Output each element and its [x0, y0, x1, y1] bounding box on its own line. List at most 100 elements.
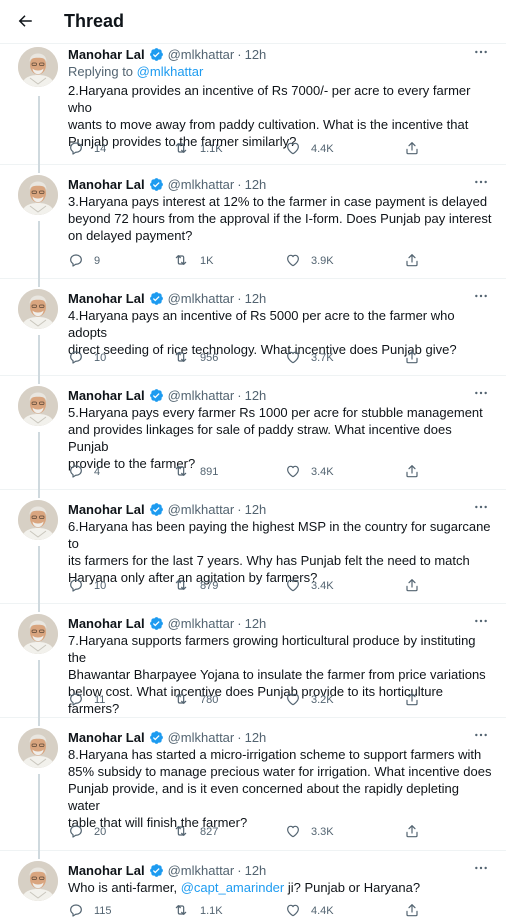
reply-button[interactable]: 11: [68, 690, 105, 710]
share-button[interactable]: [404, 690, 420, 710]
author-handle[interactable]: @mlkhattar: [168, 616, 235, 631]
like-button[interactable]: 4.4K: [285, 901, 334, 921]
more-options-button[interactable]: [470, 385, 492, 405]
avatar[interactable]: [18, 614, 58, 654]
like-button[interactable]: 4.4K: [285, 139, 334, 159]
share-button[interactable]: [404, 576, 420, 596]
share-button[interactable]: [404, 822, 420, 842]
avatar[interactable]: [18, 728, 58, 768]
tweet[interactable]: Manohar Lal @mlkhattar · 12h Who is anti…: [0, 851, 506, 921]
replying-to-link[interactable]: @mlkhattar: [137, 64, 204, 79]
more-options-button[interactable]: [470, 860, 492, 880]
reply-button[interactable]: 10: [68, 348, 106, 368]
tweet-text: 8.Haryana has started a micro-irrigation…: [68, 746, 492, 831]
timestamp[interactable]: 12h: [245, 502, 267, 517]
tweet[interactable]: Manohar Lal @mlkhattar · 12h 7.Haryana s…: [0, 604, 506, 718]
more-options-button[interactable]: [470, 727, 492, 747]
retweet-count: 780: [200, 694, 219, 706]
timestamp[interactable]: 12h: [245, 47, 267, 62]
verified-badge-icon: [149, 47, 164, 62]
timestamp[interactable]: 12h: [245, 177, 267, 192]
reply-button[interactable]: 10: [68, 576, 106, 596]
author-name[interactable]: Manohar Lal: [68, 616, 145, 631]
author-handle[interactable]: @mlkhattar: [168, 291, 235, 306]
timestamp[interactable]: 12h: [245, 616, 267, 631]
like-button[interactable]: 3.9K: [285, 251, 334, 271]
tweet-text-line: 6.Haryana has been paying the highest MS…: [68, 519, 491, 551]
author-name[interactable]: Manohar Lal: [68, 177, 145, 192]
heart-icon: [285, 577, 301, 596]
reply-button[interactable]: 9: [68, 251, 100, 271]
back-button[interactable]: [8, 6, 42, 40]
more-options-button[interactable]: [470, 174, 492, 194]
retweet-button[interactable]: 891: [172, 462, 218, 482]
author-handle[interactable]: @mlkhattar: [168, 47, 235, 62]
more-options-button[interactable]: [470, 613, 492, 633]
author-handle[interactable]: @mlkhattar: [168, 502, 235, 517]
tweet[interactable]: Manohar Lal @mlkhattar · 12h 4.Haryana p…: [0, 279, 506, 376]
tweet-text: Who is anti-farmer, @capt_amarinder ji? …: [68, 879, 492, 896]
retweet-button[interactable]: 879: [172, 576, 218, 596]
author-handle[interactable]: @mlkhattar: [168, 177, 235, 192]
share-button[interactable]: [404, 251, 420, 271]
retweet-icon: [172, 463, 190, 482]
thread-connector: [38, 432, 40, 490]
tweet[interactable]: Manohar Lal @mlkhattar · 12h 3.Haryana p…: [0, 165, 506, 279]
author-name[interactable]: Manohar Lal: [68, 730, 145, 745]
timestamp[interactable]: 12h: [245, 863, 267, 878]
author-handle[interactable]: @mlkhattar: [168, 388, 235, 403]
more-options-button[interactable]: [470, 499, 492, 519]
share-button[interactable]: [404, 462, 420, 482]
avatar[interactable]: [18, 175, 58, 215]
retweet-button[interactable]: 1.1K: [172, 139, 223, 159]
timestamp[interactable]: 12h: [245, 730, 267, 745]
reply-count: 14: [94, 143, 107, 155]
author-handle[interactable]: @mlkhattar: [168, 730, 235, 745]
reply-icon: [68, 349, 84, 368]
retweet-button[interactable]: 1.1K: [172, 901, 223, 921]
share-button[interactable]: [404, 348, 420, 368]
heart-icon: [285, 252, 301, 271]
avatar[interactable]: [18, 500, 58, 540]
author-name[interactable]: Manohar Lal: [68, 863, 145, 878]
timestamp[interactable]: 12h: [245, 291, 267, 306]
tweet[interactable]: Manohar Lal @mlkhattar · 12h 5.Haryana p…: [0, 376, 506, 490]
reply-button[interactable]: 4: [68, 462, 100, 482]
like-button[interactable]: 3.2K: [285, 690, 334, 710]
retweet-icon: [172, 252, 190, 271]
retweet-icon: [172, 691, 190, 710]
reply-button[interactable]: 20: [68, 822, 106, 842]
like-button[interactable]: 3.4K: [285, 462, 334, 482]
like-button[interactable]: 3.4K: [285, 576, 334, 596]
separator-dot: ·: [237, 46, 242, 62]
avatar[interactable]: [18, 47, 58, 87]
avatar[interactable]: [18, 386, 58, 426]
retweet-button[interactable]: 780: [172, 690, 218, 710]
like-button[interactable]: 3.7K: [285, 348, 334, 368]
retweet-button[interactable]: 1K: [172, 251, 213, 271]
more-options-button[interactable]: [470, 44, 492, 64]
avatar[interactable]: [18, 861, 58, 901]
share-button[interactable]: [404, 901, 420, 921]
tweet-text-line: and provides linkages for sale of paddy …: [68, 422, 452, 454]
verified-badge-icon: [149, 730, 164, 745]
avatar[interactable]: [18, 289, 58, 329]
reply-button[interactable]: 14: [68, 139, 106, 159]
share-button[interactable]: [404, 139, 420, 159]
author-name[interactable]: Manohar Lal: [68, 291, 145, 306]
retweet-button[interactable]: 956: [172, 348, 218, 368]
reply-button[interactable]: 115: [68, 901, 112, 921]
author-name[interactable]: Manohar Lal: [68, 502, 145, 517]
mention-link[interactable]: @capt_amarinder: [181, 880, 285, 895]
retweet-button[interactable]: 827: [172, 822, 218, 842]
tweet[interactable]: Manohar Lal @mlkhattar · 12h 6.Haryana h…: [0, 490, 506, 604]
author-handle[interactable]: @mlkhattar: [168, 863, 235, 878]
more-options-button[interactable]: [470, 288, 492, 308]
timestamp[interactable]: 12h: [245, 388, 267, 403]
tweet[interactable]: Manohar Lal @mlkhattar · 12h 8.Haryana h…: [0, 718, 506, 851]
heart-icon: [285, 823, 301, 842]
author-name[interactable]: Manohar Lal: [68, 47, 145, 62]
like-button[interactable]: 3.3K: [285, 822, 334, 842]
author-name[interactable]: Manohar Lal: [68, 388, 145, 403]
tweet[interactable]: Manohar Lal @mlkhattar · 12h Replying to…: [0, 44, 506, 165]
